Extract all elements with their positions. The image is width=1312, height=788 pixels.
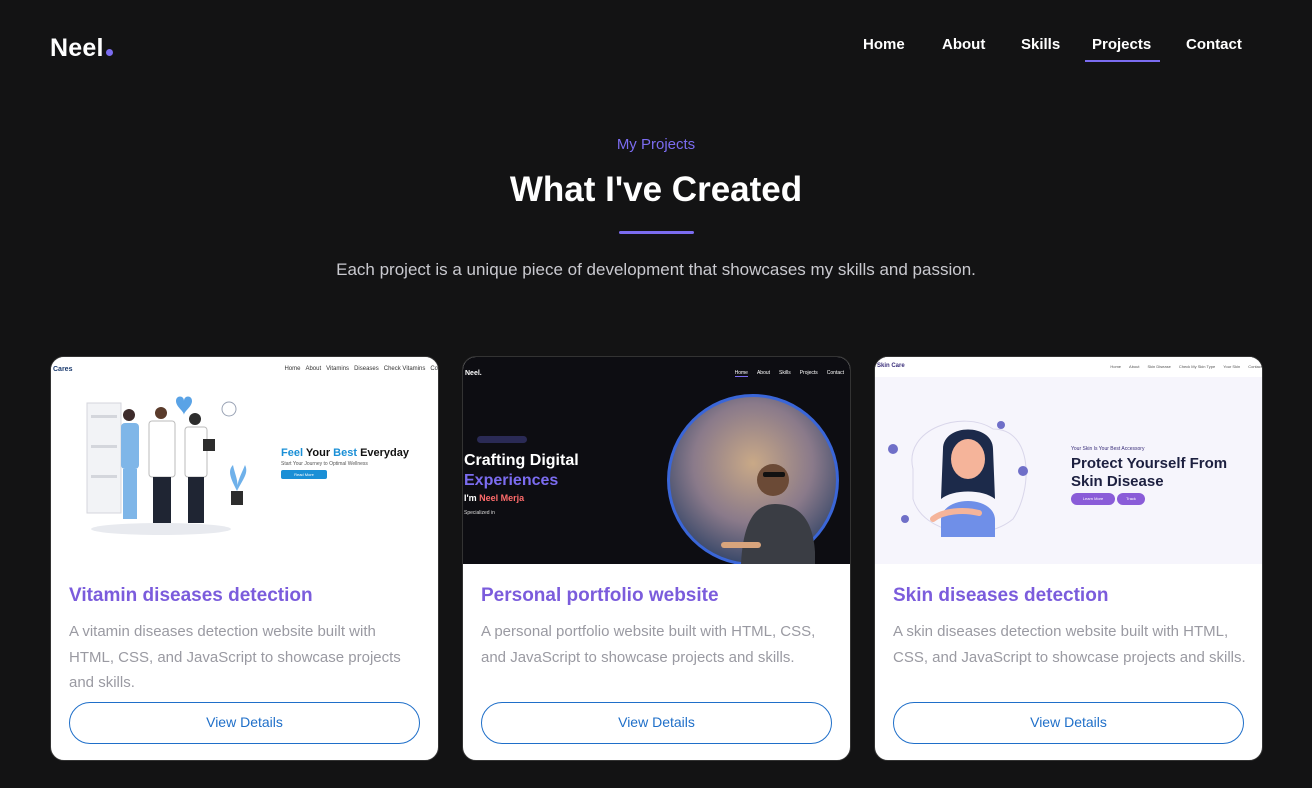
active-nav-underline [1085,60,1160,62]
thumb-nav-item: Home [284,366,301,372]
thumb-nav-item: About [305,366,322,372]
thumb-track: Track [1117,493,1145,505]
nav-link-skills[interactable]: Skills [1021,36,1060,53]
section-intro: Each project is a unique piece of develo… [336,260,976,279]
skin-illustration [888,420,1028,537]
section-heading: What I've Created [509,170,803,209]
thumb-nav-item: Projects [799,370,818,376]
thumb-im: I'm [464,493,480,503]
project-description: A personal portfolio website built with … [481,623,816,666]
section-subheading: My Projects [616,136,696,153]
thumb-nav-item: Contact [1248,364,1262,369]
project-card-vitamin: Cares Home About Vitamins Diseases Check… [50,356,439,761]
thumb-nav-item: Diseases [354,366,379,372]
thumb-headline: Feel Your Best Everyday [281,447,409,459]
thumb-headline-line1: Crafting Digital [464,452,579,469]
thumb-nav: Home About Skin Disease Check My Skin Ty… [1110,364,1262,369]
project-title: Personal portfolio website [481,585,719,606]
thumb-brand: Cares [53,366,73,373]
project-thumbnail[interactable]: Skin Care Home About Skin Disease Check … [875,357,1262,564]
project-thumbnail[interactable]: Cares Home About Vitamins Diseases Check… [51,357,438,564]
top-navbar: Neel Home About Skills Projects Contact [0,0,1312,92]
view-details-button[interactable]: View Details [481,702,832,744]
thumb-headline-line2: Experiences [464,472,559,489]
view-details-button[interactable]: View Details [893,702,1244,744]
thumb-nav-item: Home [1110,364,1122,369]
thumb-nav-item: Your Skin [1223,364,1241,369]
nav-link-about[interactable]: About [942,36,985,53]
project-card-skin: Skin Care Home About Skin Disease Check … [874,356,1263,761]
heading-underline [619,231,694,234]
thumb-name: Neel Merja [479,493,525,503]
project-title: Skin diseases detection [893,585,1109,606]
thumb-pill-badge [477,436,527,443]
thumb-headline-part: Feel [281,447,304,459]
project-card-portfolio: Neel. Home About Skills Projects Contact… [462,356,851,761]
project-thumbnail[interactable]: Neel. Home About Skills Projects Contact… [463,357,850,564]
thumb-tagline: Your Skin Is Your Best Accessory [1071,446,1145,452]
doctors-illustration [86,396,247,535]
thumb-headline-part: Everyday [357,447,409,459]
thumb-nav-item: Co [430,366,438,372]
nav-link-home[interactable]: Home [863,36,905,53]
thumb-headline-part: Your [303,447,334,459]
thumb-nav-item: Check Vitamins [383,366,426,372]
project-description: A vitamin diseases detection website bui… [69,623,401,691]
thumb-name-line: I'm Neel Merja [464,493,524,503]
nav-link-contact[interactable]: Contact [1186,36,1242,53]
thumb-cta: Read More [281,470,327,479]
site-logo[interactable]: Neel [50,34,113,63]
thumb-nav-item: About [1129,364,1140,369]
thumb-brand: Neel. [465,370,482,377]
thumb-nav-item: Skills [779,370,791,376]
project-description: A skin diseases detection website built … [893,623,1246,666]
view-details-button[interactable]: View Details [69,702,420,744]
thumb-nav-item: About [756,370,771,376]
thumb-subtext: Start Your Journey to Optimal Wellness [281,461,368,467]
portrait-photo [667,394,839,564]
thumb-learn-more: Learn More [1071,493,1115,505]
thumb-nav-item: Contact [826,370,844,376]
thumb-nav-item: Skin Disease [1147,364,1171,369]
thumb-brand: Skin Care [877,363,905,369]
thumb-nav-item: Check My Skin Type [1178,364,1216,369]
thumb-nav: Home About Skills Projects Contact [734,370,844,377]
thumb-headline: Protect Yourself From Skin Disease [1071,455,1228,490]
project-title: Vitamin diseases detection [69,585,313,606]
thumb-nav-item: Home [734,370,748,377]
thumb-nav-item: Vitamins [326,366,350,372]
nav-link-projects[interactable]: Projects [1092,36,1151,53]
thumb-headline-part: Best [333,447,358,459]
thumb-nav: Home About Vitamins Diseases Check Vitam… [284,366,438,372]
logo-text[interactable]: Neel [50,34,104,62]
thumb-specialized: Specialized in [464,510,495,516]
logo-dot [105,49,113,56]
